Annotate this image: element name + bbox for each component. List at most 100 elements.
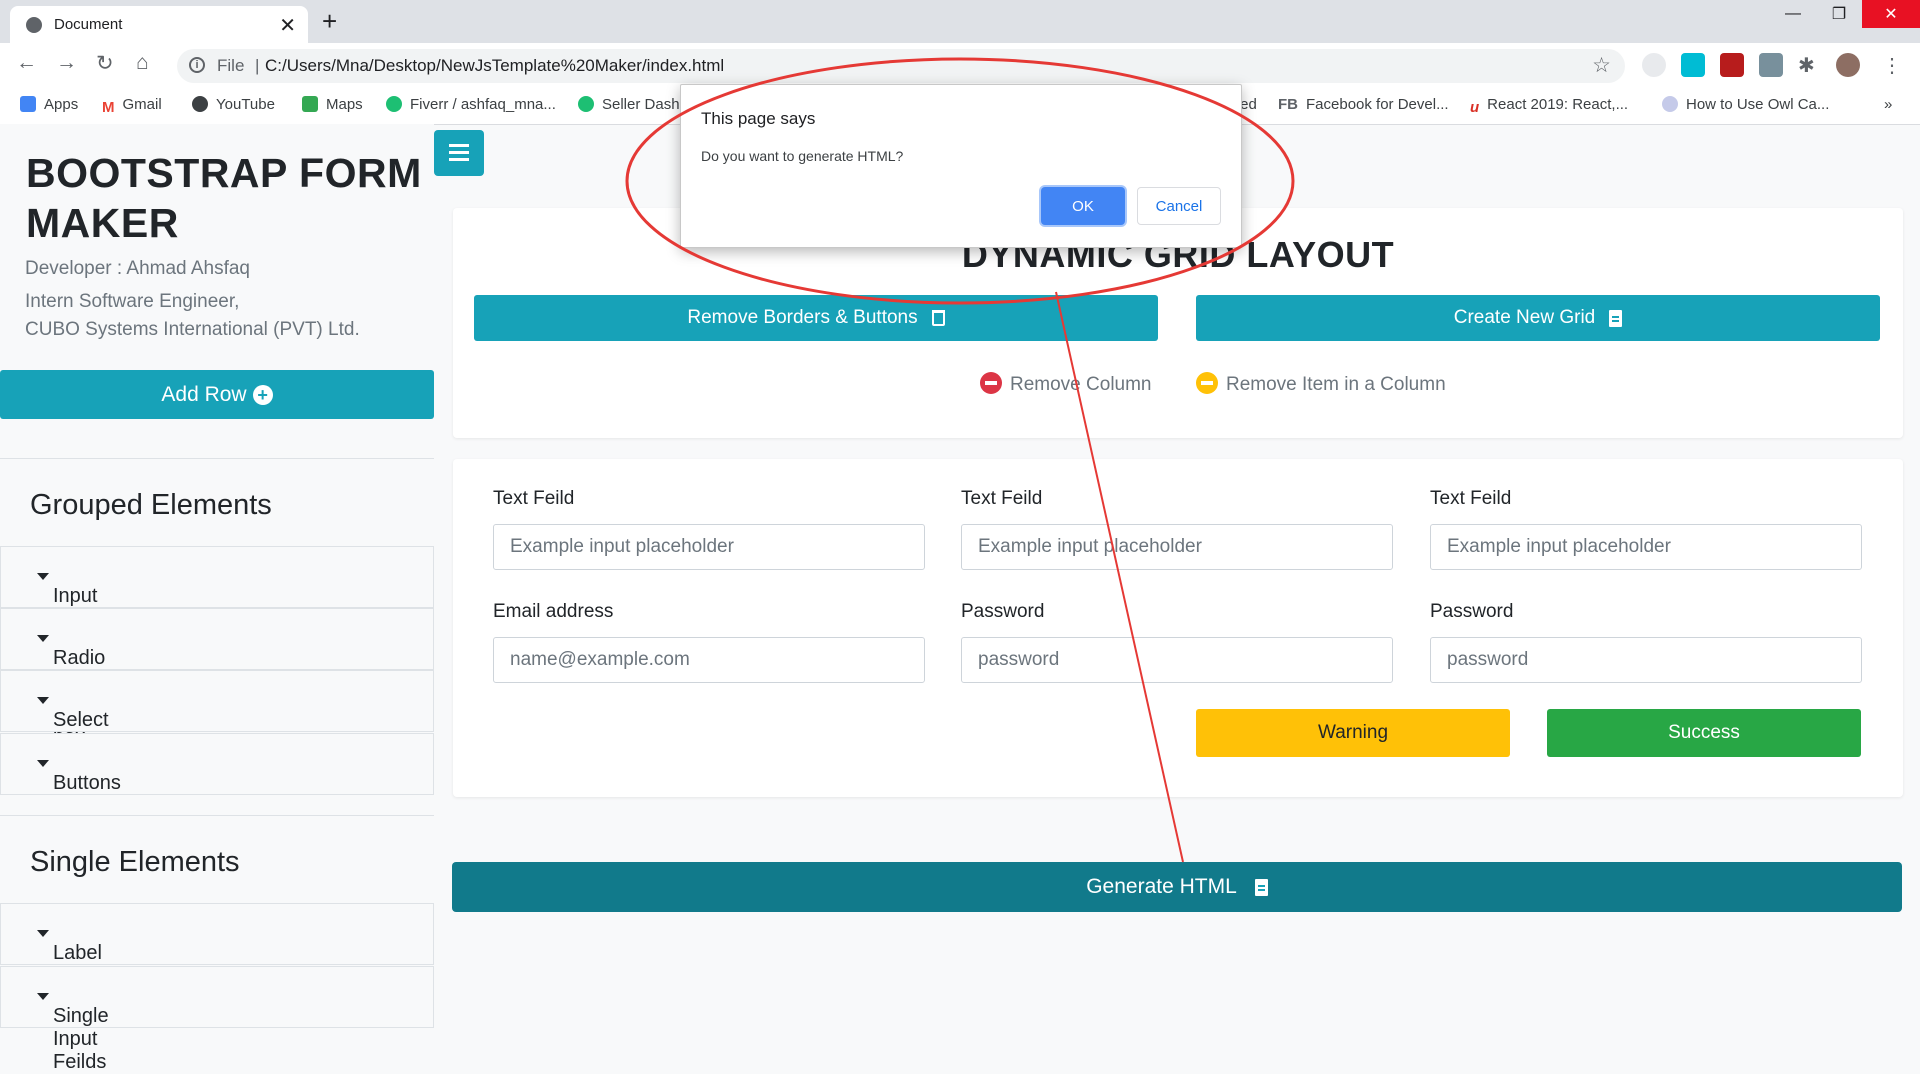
add-row-button[interactable]: Add Row +: [0, 370, 434, 419]
bookmark-apps[interactable]: Apps: [20, 96, 78, 113]
caret-down-icon: [37, 573, 49, 580]
email-field[interactable]: name@example.com: [493, 637, 925, 683]
reload-icon[interactable]: ↻: [96, 51, 114, 76]
sidebar-item-radio-checkbox[interactable]: Radio & Check box Feilds: [0, 608, 434, 761]
password-field[interactable]: password: [961, 637, 1393, 683]
bookmark-label: Apps: [44, 96, 79, 113]
sidebar-item-single-input[interactable]: Single Input Feilds: [0, 966, 434, 1073]
fiverr-icon: [386, 96, 402, 112]
caret-down-icon: [37, 993, 49, 1000]
single-elements-heading: Single Elements: [0, 815, 434, 904]
remove-borders-button[interactable]: Remove Borders & Buttons: [474, 295, 1158, 341]
caret-down-icon: [37, 760, 49, 767]
owl-icon: [1662, 96, 1678, 112]
confirm-dialog: This page says Do you want to generate H…: [680, 84, 1242, 248]
text-input[interactable]: Example input placeholder: [493, 524, 925, 570]
separator: |: [255, 56, 260, 75]
password-field[interactable]: password: [1430, 637, 1862, 683]
hamburger-line: [449, 151, 469, 154]
menu-dots-icon[interactable]: ⋮: [1880, 53, 1904, 77]
fiverr-icon: [578, 96, 594, 112]
text-field-label: Text Feild: [961, 488, 1043, 509]
udemy-icon: u: [1470, 99, 1480, 116]
bookmark-label: Gmail: [122, 96, 162, 113]
globe-icon: [192, 96, 208, 112]
section-heading: Single Elements: [30, 846, 240, 878]
menu-toggle-button[interactable]: [434, 130, 484, 176]
extension-icon[interactable]: [1642, 53, 1666, 77]
forward-icon[interactable]: →: [56, 51, 77, 75]
email-label: Email address: [493, 601, 614, 622]
tab-title: Document: [54, 16, 123, 33]
sidebar-item-label-check[interactable]: Label and Check Feilds: [0, 903, 434, 1033]
add-row-label: Add Row: [161, 382, 247, 406]
caret-down-icon: [37, 697, 49, 704]
bookmark-label: YouTube: [216, 96, 275, 113]
window-close-icon[interactable]: ✕: [1862, 0, 1920, 28]
puzzle-icon[interactable]: ✱: [1798, 53, 1822, 77]
cancel-button[interactable]: Cancel: [1137, 187, 1221, 225]
info-icon[interactable]: i: [189, 57, 205, 73]
restore-icon[interactable]: ❐: [1816, 0, 1862, 28]
success-button[interactable]: Success: [1547, 709, 1861, 757]
ok-button[interactable]: OK: [1041, 187, 1125, 225]
bookmark-maps[interactable]: Maps: [302, 96, 363, 113]
extension-icon[interactable]: [1720, 53, 1744, 77]
window-controls: — ❐ ✕: [1770, 0, 1920, 28]
legend-remove-column: Remove Column: [980, 372, 1152, 396]
file-download-icon: [1254, 878, 1268, 896]
legend-label: Remove Column: [1010, 374, 1152, 395]
hamburger-line: [449, 158, 469, 161]
minimize-icon[interactable]: —: [1770, 0, 1816, 28]
sidebar-item-input-feilds[interactable]: Input Feilds: [0, 546, 434, 630]
new-tab-icon[interactable]: +: [322, 6, 337, 37]
dialog-title: This page says: [701, 109, 816, 128]
bookmark-label: Maps: [326, 96, 363, 113]
sidebar-item-label: Buttons: [53, 772, 121, 794]
back-icon[interactable]: ←: [16, 51, 37, 75]
avatar[interactable]: [1836, 53, 1860, 77]
bookmarks-overflow-icon[interactable]: »: [1884, 96, 1892, 113]
address-bar[interactable]: i File | C:/Users/Mna/Desktop/NewJsTempl…: [177, 49, 1625, 83]
bookmark-label: How to Use Owl Ca...: [1686, 96, 1830, 113]
sidebar-item-label: Single Input Feilds: [53, 1005, 109, 1073]
maps-icon: [302, 96, 318, 112]
plus-circle-icon: +: [252, 384, 273, 405]
grouped-elements-heading: Grouped Elements: [0, 458, 434, 547]
sidebar-item-select-feild[interactable]: Select Feild: [0, 670, 434, 754]
fb-icon: FB: [1278, 96, 1298, 113]
caret-down-icon: [37, 930, 49, 937]
gmail-icon: M: [102, 99, 115, 116]
bookmark-owl[interactable]: How to Use Owl Ca...: [1662, 96, 1829, 113]
bookmark-react[interactable]: u React 2019: React,...: [1470, 96, 1628, 116]
tab-close-icon[interactable]: ✕: [279, 13, 296, 38]
text-input[interactable]: Example input placeholder: [961, 524, 1393, 570]
bookmark-fiverr[interactable]: Fiverr / ashfaq_mna...: [386, 96, 556, 113]
generate-html-button[interactable]: Generate HTML: [452, 862, 1902, 912]
caret-down-icon: [37, 635, 49, 642]
sidebar-item-buttons[interactable]: Buttons: [0, 733, 434, 795]
bookmark-youtube[interactable]: YouTube: [192, 96, 275, 113]
legend-remove-item: Remove Item in a Column: [1196, 372, 1446, 396]
minus-circle-icon: [1196, 372, 1218, 394]
text-input[interactable]: Example input placeholder: [1430, 524, 1862, 570]
bookmark-label: Seller Dash: [602, 96, 680, 113]
bookmark-facebook-dev[interactable]: FB Facebook for Devel...: [1278, 96, 1449, 113]
url-text[interactable]: C:/Users/Mna/Desktop/NewJsTemplate%20Mak…: [265, 56, 724, 76]
section-heading: Grouped Elements: [30, 489, 272, 521]
browser-tab[interactable]: Document ✕: [10, 6, 308, 43]
home-icon[interactable]: ⌂: [136, 51, 149, 75]
bookmark-gmail[interactable]: M Gmail: [102, 96, 162, 116]
extension-icon[interactable]: [1759, 53, 1783, 77]
developer-text: Developer : Ahmad Ahsfaq: [25, 258, 250, 279]
warning-button[interactable]: Warning: [1196, 709, 1510, 757]
apps-grid-icon: [20, 96, 36, 112]
password-label: Password: [1430, 601, 1514, 622]
bookmark-label: Facebook for Devel...: [1306, 96, 1449, 113]
bookmark-label: Fiverr / ashfaq_mna...: [410, 96, 556, 113]
bookmark-seller-dash[interactable]: Seller Dash: [578, 96, 680, 113]
extension-icon[interactable]: [1681, 53, 1705, 77]
file-plus-icon: [1609, 309, 1623, 327]
create-grid-button[interactable]: Create New Grid: [1196, 295, 1880, 341]
bookmark-star-icon[interactable]: ☆: [1592, 53, 1611, 78]
